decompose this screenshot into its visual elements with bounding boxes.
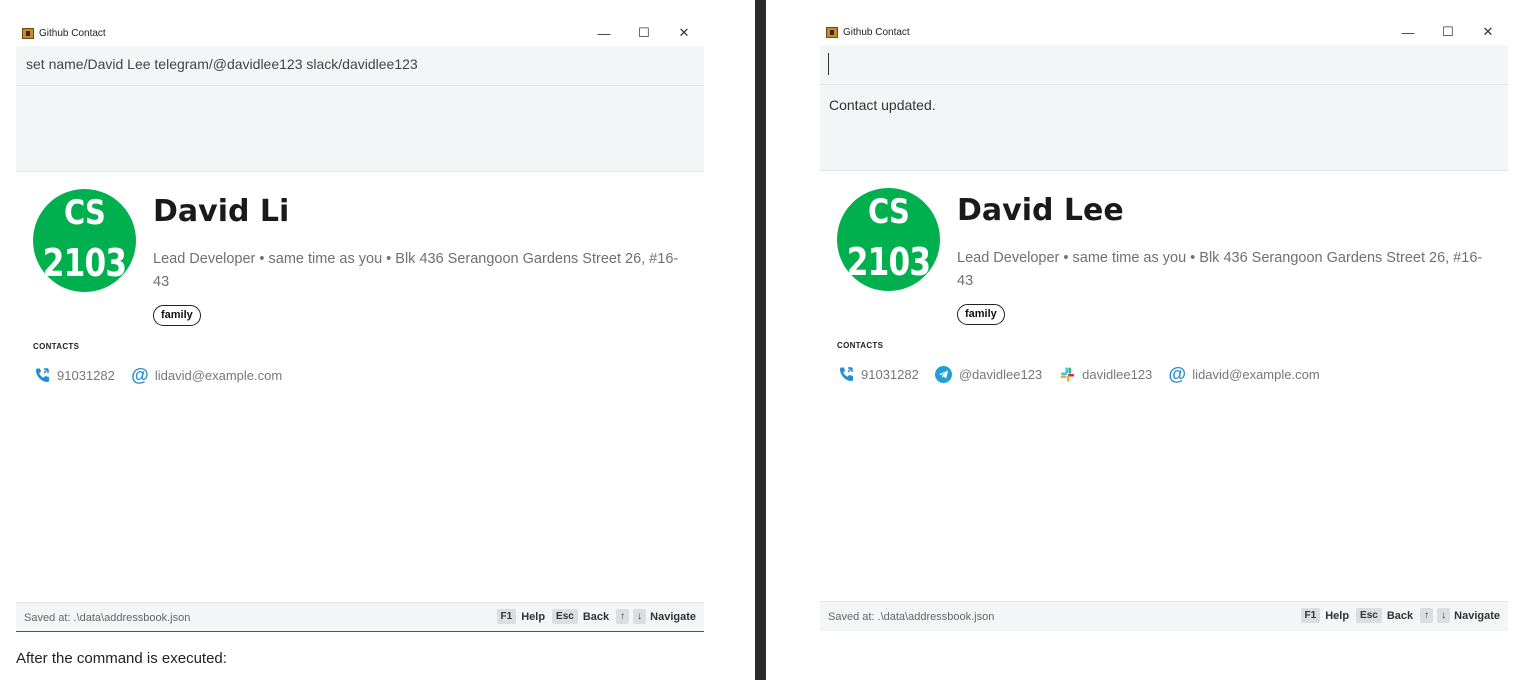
email-item[interactable]: @ lidavid@example.com bbox=[1168, 364, 1320, 384]
status-bar: Saved at: .\data\addressbook.json F1 Hel… bbox=[820, 601, 1508, 631]
screenshot-stage: Github Contact — ☐ ✕ set name/David Lee … bbox=[0, 0, 1530, 680]
key-up: ↑ bbox=[1420, 608, 1434, 623]
contacts-row: 91031282 @davidlee123 davidlee123 @ lida… bbox=[837, 365, 1336, 383]
contact-meta: Lead Developer • same time as you • Blk … bbox=[153, 251, 679, 290]
email-item[interactable]: @ lidavid@example.com bbox=[131, 366, 282, 384]
back-label: Back bbox=[1386, 609, 1414, 622]
avatar: CS 2103 bbox=[33, 189, 136, 292]
slack-handle: davidlee123 bbox=[1082, 366, 1153, 382]
shortcut-hints: F1 Help Esc Back ↑ ↓ Navigate bbox=[496, 609, 696, 624]
window-title: Github Contact bbox=[843, 26, 910, 38]
slack-item[interactable]: davidlee123 bbox=[1058, 365, 1152, 383]
telegram-item[interactable]: @davidlee123 bbox=[935, 365, 1042, 383]
email-address: lidavid@example.com bbox=[1192, 366, 1320, 382]
help-label: Help bbox=[521, 610, 546, 623]
contact-detail: CS 2103 David Lee Lead Developer • same … bbox=[820, 171, 1508, 601]
key-down: ↓ bbox=[633, 609, 647, 624]
minimize-icon[interactable]: — bbox=[1388, 19, 1428, 45]
contacts-row: 91031282 @ lidavid@example.com bbox=[33, 366, 298, 384]
panel-divider bbox=[755, 0, 766, 680]
key-esc: Esc bbox=[1356, 608, 1382, 623]
text-caret bbox=[828, 53, 829, 75]
status-bar: Saved at: .\data\addressbook.json F1 Hel… bbox=[16, 602, 704, 632]
phone-number: 91031282 bbox=[861, 366, 919, 382]
contact-detail: CS 2103 David Li Lead Developer • same t… bbox=[16, 172, 704, 602]
command-input[interactable] bbox=[820, 45, 1508, 85]
save-location: Saved at: .\data\addressbook.json bbox=[828, 611, 995, 623]
contact-meta: Lead Developer • same time as you • Blk … bbox=[957, 250, 1483, 289]
avatar-line1: CS bbox=[64, 193, 106, 233]
telegram-icon bbox=[935, 365, 953, 383]
maximize-icon[interactable]: ☐ bbox=[624, 20, 664, 46]
result-display bbox=[16, 86, 704, 172]
result-display: Contact updated. bbox=[820, 85, 1508, 171]
phone-number: 91031282 bbox=[57, 367, 115, 383]
before-pane: Github Contact — ☐ ✕ set name/David Lee … bbox=[0, 0, 755, 680]
key-up: ↑ bbox=[616, 609, 630, 624]
save-location: Saved at: .\data\addressbook.json bbox=[24, 612, 191, 624]
tag-badge: family bbox=[153, 305, 201, 326]
phone-icon bbox=[33, 366, 51, 384]
title-bar: Github Contact — ☐ ✕ bbox=[16, 20, 704, 46]
navigate-label: Navigate bbox=[650, 610, 696, 623]
window-title: Github Contact bbox=[39, 27, 106, 39]
telegram-handle: @davidlee123 bbox=[958, 366, 1043, 382]
app-window-before: Github Contact — ☐ ✕ set name/David Lee … bbox=[16, 20, 704, 632]
avatar-line2: 2103 bbox=[846, 240, 931, 284]
app-window-after: Github Contact — ☐ ✕ Contact updated. CS… bbox=[820, 19, 1508, 631]
tag-badge: family bbox=[957, 304, 1005, 325]
app-icon bbox=[22, 27, 34, 39]
contacts-heading: CONTACTS bbox=[33, 342, 80, 351]
app-icon bbox=[826, 26, 838, 38]
avatar: CS 2103 bbox=[837, 188, 940, 291]
close-icon[interactable]: ✕ bbox=[1468, 19, 1508, 45]
key-f1: F1 bbox=[1300, 608, 1321, 623]
phone-icon bbox=[837, 365, 855, 383]
key-f1: F1 bbox=[496, 609, 517, 624]
phone-item[interactable]: 91031282 bbox=[33, 366, 115, 384]
navigate-label: Navigate bbox=[1454, 609, 1500, 622]
window-controls: — ☐ ✕ bbox=[1388, 19, 1508, 45]
caption-text: After the command is executed: bbox=[16, 650, 227, 667]
email-icon: @ bbox=[131, 365, 149, 385]
help-label: Help bbox=[1325, 609, 1350, 622]
after-pane: Github Contact — ☐ ✕ Contact updated. CS… bbox=[766, 0, 1530, 680]
slack-icon bbox=[1058, 365, 1076, 383]
contact-name: David Lee bbox=[957, 193, 1124, 228]
contacts-heading: CONTACTS bbox=[837, 341, 884, 350]
window-controls: — ☐ ✕ bbox=[584, 20, 704, 46]
phone-item[interactable]: 91031282 bbox=[837, 365, 919, 383]
back-label: Back bbox=[582, 610, 610, 623]
avatar-line2: 2103 bbox=[42, 241, 127, 285]
title-bar: Github Contact — ☐ ✕ bbox=[820, 19, 1508, 45]
email-address: lidavid@example.com bbox=[154, 367, 283, 383]
maximize-icon[interactable]: ☐ bbox=[1428, 19, 1468, 45]
command-input[interactable]: set name/David Lee telegram/@davidlee123… bbox=[16, 46, 704, 86]
minimize-icon[interactable]: — bbox=[584, 20, 624, 46]
avatar-line1: CS bbox=[868, 192, 910, 232]
email-icon: @ bbox=[1168, 364, 1187, 384]
key-down: ↓ bbox=[1437, 608, 1451, 623]
shortcut-hints: F1 Help Esc Back ↑ ↓ Navigate bbox=[1300, 608, 1500, 623]
close-icon[interactable]: ✕ bbox=[664, 20, 704, 46]
contact-name: David Li bbox=[153, 194, 290, 229]
key-esc: Esc bbox=[552, 609, 578, 624]
